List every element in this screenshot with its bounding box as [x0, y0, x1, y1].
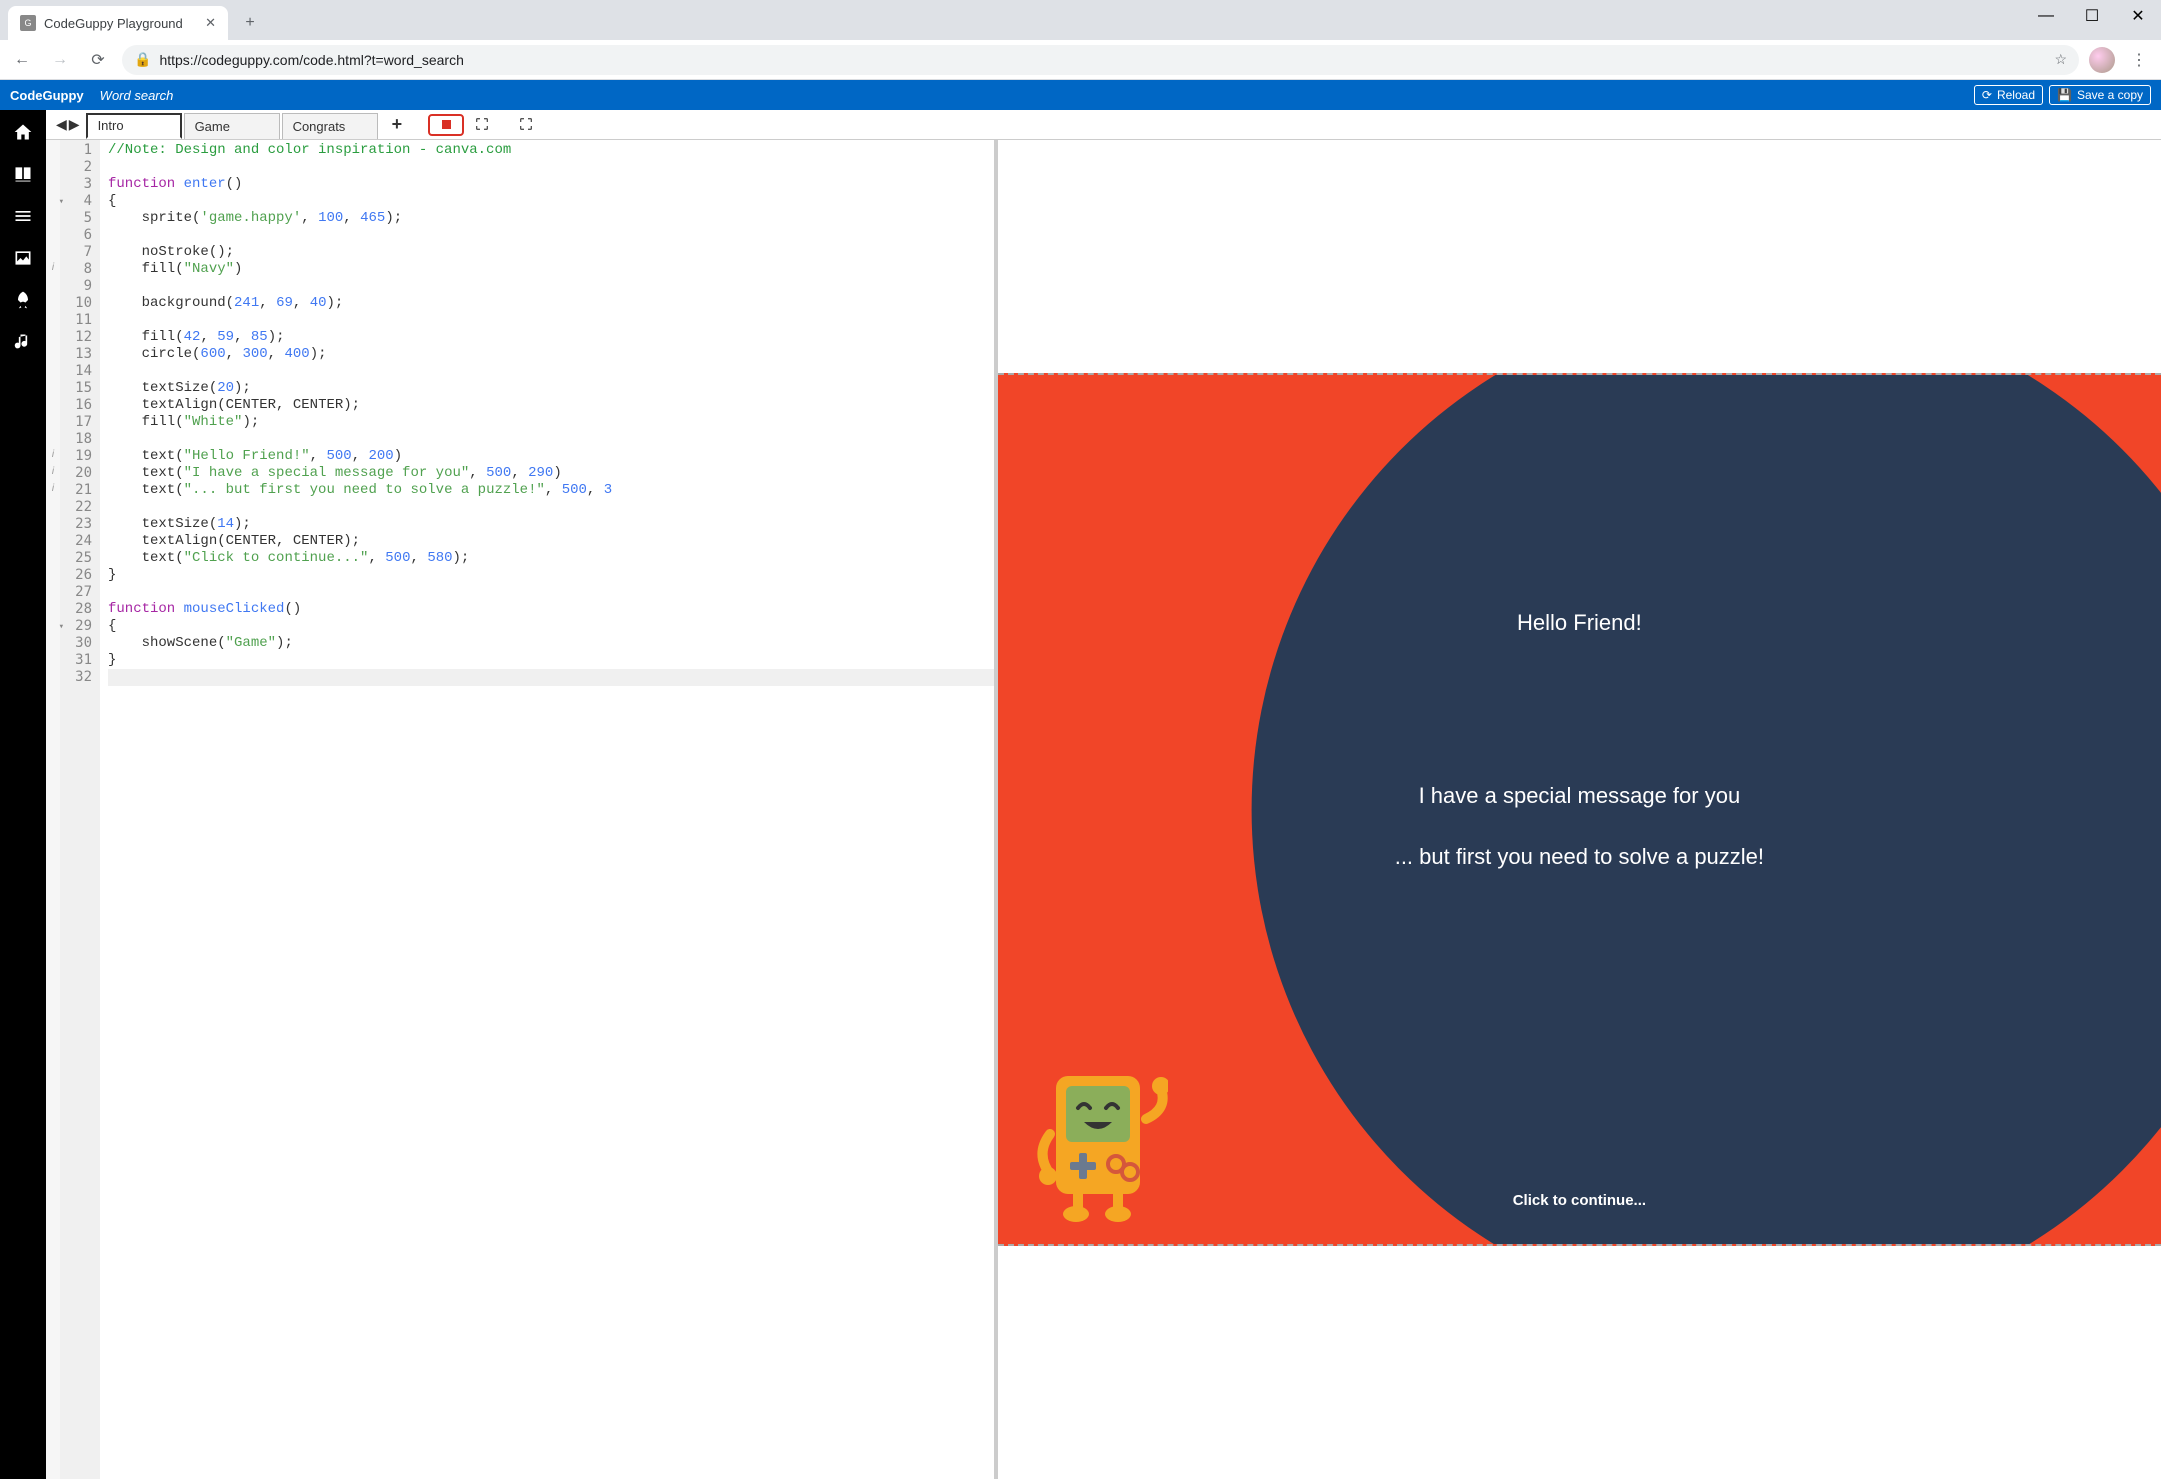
output-text: I have a special message for you: [998, 783, 2161, 809]
scene-nav-arrows: ◀ ▶: [52, 116, 84, 133]
project-title: Word search: [100, 88, 174, 103]
profile-avatar[interactable]: [2089, 47, 2115, 73]
split-pane: iiii 12345678910111213141516171819202122…: [46, 140, 2161, 1479]
bookmark-star-icon[interactable]: ☆: [2054, 51, 2067, 68]
reload-project-button[interactable]: ⟳ Reload: [1974, 85, 2043, 105]
new-tab-button[interactable]: +: [236, 9, 264, 37]
music-icon[interactable]: [11, 330, 35, 354]
stop-button[interactable]: [428, 114, 464, 136]
url-text: https://codeguppy.com/code.html?t=word_s…: [159, 52, 463, 68]
refresh-icon: ⟳: [1982, 88, 1992, 102]
browser-tab[interactable]: G CodeGuppy Playground ✕: [8, 6, 228, 40]
tab-close-icon[interactable]: ✕: [205, 15, 216, 31]
save-icon: 💾: [2057, 88, 2072, 102]
output-text: Click to continue...: [998, 1192, 2161, 1209]
stop-icon: [442, 120, 451, 129]
forward-button[interactable]: →: [46, 46, 74, 74]
address-bar[interactable]: 🔒 https://codeguppy.com/code.html?t=word…: [122, 45, 2079, 75]
favicon-icon: G: [20, 15, 36, 31]
output-text: ... but first you need to solve a puzzle…: [998, 844, 2161, 870]
save-copy-button[interactable]: 💾 Save a copy: [2049, 85, 2151, 105]
output-canvas[interactable]: Hello Friend! I have a special message fo…: [998, 373, 2161, 1245]
gutter-info: iiii: [46, 140, 60, 1479]
scene-tab-intro[interactable]: Intro: [86, 113, 182, 139]
browser-tabstrip: G CodeGuppy Playground ✕ +: [0, 0, 2161, 40]
browser-toolbar: ← → ⟳ 🔒 https://codeguppy.com/code.html?…: [0, 40, 2161, 80]
expand-editor-button[interactable]: [474, 116, 492, 134]
output-text: Hello Friend!: [998, 610, 2161, 636]
reload-label: Reload: [1997, 88, 2035, 102]
scene-tabbar: ◀ ▶ IntroGameCongrats +: [46, 110, 2161, 140]
expand-output-button[interactable]: [518, 116, 536, 134]
output-circle: [1252, 373, 2161, 1245]
add-scene-button[interactable]: +: [386, 114, 409, 135]
sprite-happy: [1028, 1064, 1168, 1224]
scene-next-button[interactable]: ▶: [69, 116, 80, 133]
line-gutter: 1234567891011121314151617181920212223242…: [60, 140, 100, 1479]
canvas-wrap: Hello Friend! I have a special message fo…: [998, 140, 2161, 1479]
scene-tab-congrats[interactable]: Congrats: [282, 113, 378, 139]
workspace: ◀ ▶ IntroGameCongrats + iiii 12345678910…: [46, 110, 2161, 1479]
left-sidebar: [0, 110, 46, 1479]
scene-prev-button[interactable]: ◀: [56, 116, 67, 133]
image-icon[interactable]: [11, 246, 35, 270]
back-button[interactable]: ←: [8, 46, 36, 74]
window-minimize-button[interactable]: —: [2023, 0, 2069, 32]
code-editor[interactable]: //Note: Design and color inspiration - c…: [100, 140, 994, 1479]
browser-tab-title: CodeGuppy Playground: [44, 16, 183, 31]
lock-icon: 🔒: [134, 51, 151, 68]
app-header: CodeGuppy Word search ⟳ Reload 💾 Save a …: [0, 80, 2161, 110]
scene-tabs: IntroGameCongrats: [86, 112, 378, 138]
scene-tab-game[interactable]: Game: [184, 113, 280, 139]
window-close-button[interactable]: ✕: [2115, 0, 2161, 32]
browser-menu-button[interactable]: ⋮: [2125, 46, 2153, 74]
editor-pane: iiii 12345678910111213141516171819202122…: [46, 140, 998, 1479]
home-icon[interactable]: [11, 120, 35, 144]
rocket-icon[interactable]: [11, 288, 35, 312]
output-pane: Hello Friend! I have a special message fo…: [998, 140, 2161, 1479]
book-icon[interactable]: [11, 162, 35, 186]
reload-button[interactable]: ⟳: [84, 46, 112, 74]
window-maximize-button[interactable]: ☐: [2069, 0, 2115, 32]
menu-icon[interactable]: [11, 204, 35, 228]
save-copy-label: Save a copy: [2077, 88, 2143, 102]
app-brand[interactable]: CodeGuppy: [10, 88, 84, 103]
main-area: ◀ ▶ IntroGameCongrats + iiii 12345678910…: [0, 110, 2161, 1479]
window-controls: — ☐ ✕: [2023, 0, 2161, 32]
